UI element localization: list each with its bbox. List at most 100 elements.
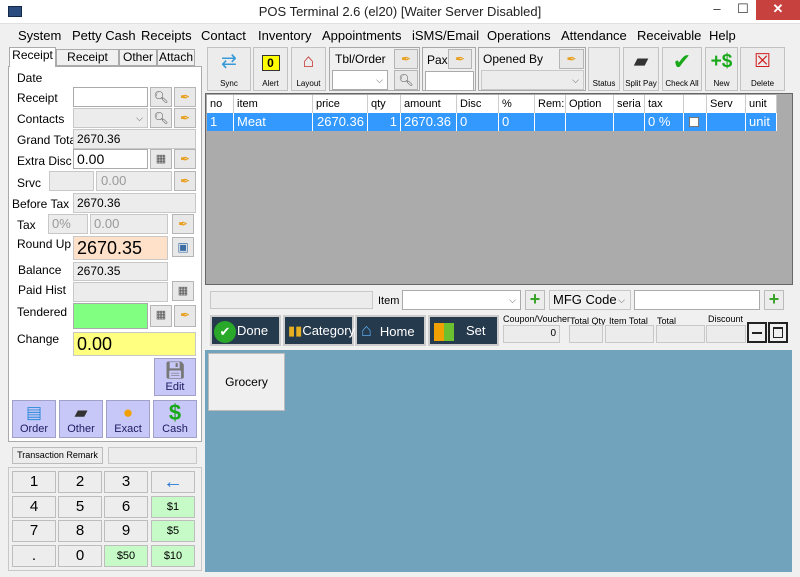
menu-system[interactable]: System (18, 28, 61, 43)
key-4[interactable]: 4 (12, 496, 56, 518)
tendered-input[interactable] (73, 303, 148, 329)
key-50-dollar[interactable]: $50 (104, 545, 148, 567)
contacts-dropdown[interactable]: ⌵ (73, 108, 148, 128)
round-up-button[interactable]: ▣ (172, 237, 194, 257)
cash-button[interactable]: $ Cash (153, 400, 197, 438)
tab-receipt[interactable]: Receipt (9, 47, 56, 67)
key-6[interactable]: 6 (104, 496, 148, 518)
column-header-amount[interactable]: amount (401, 95, 457, 113)
set-button[interactable]: Set (428, 315, 499, 346)
add-code-button[interactable]: + (764, 290, 784, 310)
column-header-tax[interactable]: tax (645, 95, 684, 113)
minimize-button[interactable]: – (704, 0, 730, 20)
sync-button[interactable]: ⇄ Sync (207, 47, 251, 91)
cell-disc[interactable]: 0 (457, 113, 499, 131)
key-1-dollar[interactable]: $1 (151, 496, 195, 518)
key-8[interactable]: 8 (58, 520, 102, 542)
alert-button[interactable]: 0 Alert (253, 47, 288, 91)
cell-no[interactable]: 1 (207, 113, 234, 131)
column-header-serv[interactable]: Serv (707, 95, 746, 113)
column-header-unit[interactable]: unit (746, 95, 777, 113)
cell-serv[interactable] (707, 113, 746, 131)
cell-remark[interactable] (535, 113, 566, 131)
column-header-disc[interactable]: Disc (457, 95, 499, 113)
paid-hist-calculator-button[interactable]: ▦ (172, 281, 194, 301)
key-10-dollar[interactable]: $10 (151, 545, 195, 567)
column-header-qty[interactable]: qty (368, 95, 401, 113)
order-button[interactable]: ▤ Order (12, 400, 56, 438)
category-button[interactable]: ▮▮Category (283, 315, 355, 346)
done-button[interactable]: ✔ Done (210, 315, 281, 346)
split-pay-button[interactable]: ▰ Split Pay (623, 47, 659, 91)
tendered-calculator-button[interactable]: ▦ (150, 305, 172, 327)
cell-unit[interactable]: unit (746, 113, 777, 131)
table-order-search-button[interactable]: 🔍︎ (394, 70, 418, 90)
key-7[interactable]: 7 (12, 520, 56, 542)
cell-item[interactable]: Meat (234, 113, 313, 131)
collapse-panel-button[interactable] (747, 322, 767, 343)
key-3[interactable]: 3 (104, 471, 148, 493)
cell-price[interactable]: 2670.36 (313, 113, 368, 131)
category-grocery-button[interactable]: Grocery (208, 353, 285, 411)
menu-petty-cash[interactable]: Petty Cash (72, 28, 136, 43)
maximize-button[interactable]: ☐ (730, 0, 756, 20)
status-button[interactable]: Status (588, 47, 620, 91)
key-0[interactable]: 0 (58, 545, 102, 567)
column-header-remark[interactable]: Rem: (535, 95, 566, 113)
receipt-input[interactable] (73, 87, 148, 107)
other-payment-button[interactable]: ▰ Other (59, 400, 103, 438)
column-header-check[interactable] (684, 95, 707, 113)
transaction-remark-button[interactable]: Transaction Remark (12, 447, 103, 464)
menu-contact[interactable]: Contact (201, 28, 246, 43)
column-header-serial[interactable]: seria (614, 95, 645, 113)
opened-by-dropdown[interactable]: ⌵ (481, 70, 584, 90)
menu-help[interactable]: Help (709, 28, 736, 43)
tab-other[interactable]: Other (119, 49, 157, 66)
tax-clear-button[interactable]: ✒ (172, 214, 194, 234)
row-checkbox[interactable] (689, 117, 699, 127)
key-9[interactable]: 9 (104, 520, 148, 542)
column-header-percent[interactable]: % (499, 95, 535, 113)
column-header-item[interactable]: item (234, 95, 313, 113)
opened-by-clear-button[interactable]: ✒ (559, 49, 584, 69)
cell-qty[interactable]: 1 (368, 113, 401, 131)
receipt-clear-button[interactable]: ✒ (174, 87, 196, 107)
delete-button[interactable]: ☒ Delete (740, 47, 785, 91)
tab-attach[interactable]: Attach (157, 49, 195, 66)
cell-option[interactable] (566, 113, 614, 131)
receipt-search-button[interactable]: 🔍︎ (150, 87, 172, 107)
contacts-search-button[interactable]: 🔍︎ (150, 108, 172, 128)
extra-disc-calculator-button[interactable]: ▦ (150, 149, 172, 169)
extra-disc-clear-button[interactable]: ✒ (174, 149, 196, 169)
key-5[interactable]: 5 (58, 496, 102, 518)
cell-serial[interactable] (614, 113, 645, 131)
layout-button[interactable]: ⌂ Layout (291, 47, 326, 91)
key-decimal[interactable]: . (12, 545, 56, 567)
home-button[interactable]: ⌂ Home (355, 315, 426, 346)
key-2[interactable]: 2 (58, 471, 102, 493)
pax-clear-button[interactable]: ✒ (448, 49, 472, 69)
code-input[interactable] (634, 290, 760, 310)
contacts-clear-button[interactable]: ✒ (174, 108, 196, 128)
srvc-clear-button[interactable]: ✒ (174, 171, 196, 191)
edit-button[interactable]: 💾︎ Edit (154, 358, 196, 396)
column-header-price[interactable]: price (313, 95, 368, 113)
menu-isms-email[interactable]: iSMS/Email (412, 28, 479, 43)
cell-percent[interactable]: 0 (499, 113, 535, 131)
backspace-key[interactable]: ← (151, 471, 195, 493)
tendered-clear-button[interactable]: ✒ (174, 305, 196, 327)
menu-receipts[interactable]: Receipts (141, 28, 192, 43)
extra-disc-input[interactable]: 0.00 (73, 149, 148, 169)
add-item-button[interactable]: + (525, 290, 545, 310)
exact-button[interactable]: ● Exact (106, 400, 150, 438)
key-5-dollar[interactable]: $5 (151, 520, 195, 542)
tab-receipt-info[interactable]: Receipt Info (56, 49, 119, 79)
key-1[interactable]: 1 (12, 471, 56, 493)
menu-receivable[interactable]: Receivable (637, 28, 701, 43)
expand-panel-button[interactable] (768, 322, 788, 343)
menu-attendance[interactable]: Attendance (561, 28, 627, 43)
new-button[interactable]: +$ New (705, 47, 738, 91)
cell-tax[interactable]: 0 % (645, 113, 684, 131)
check-all-button[interactable]: ✔ Check All (662, 47, 702, 91)
item-dropdown[interactable]: ⌵ (402, 290, 521, 310)
